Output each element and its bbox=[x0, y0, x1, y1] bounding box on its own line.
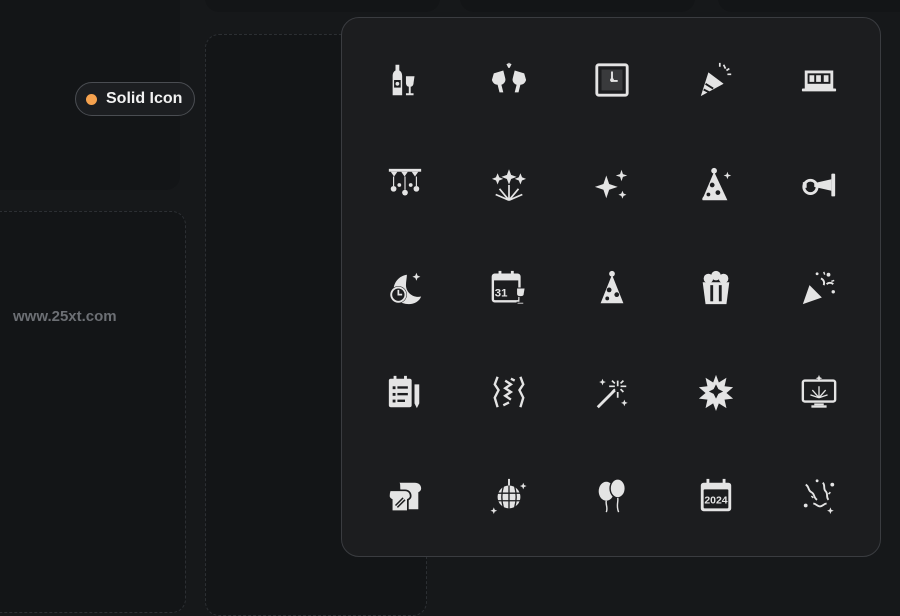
toast-bread-icon bbox=[385, 476, 425, 516]
svg-text:31: 31 bbox=[495, 288, 508, 300]
checklist-pen-icon bbox=[385, 372, 425, 412]
background-panel bbox=[205, 0, 440, 12]
calendar-31-wine-icon: 31 bbox=[489, 268, 529, 308]
balloons-icon bbox=[592, 476, 632, 516]
moon-clock-icon bbox=[385, 268, 425, 308]
calendar-2024-icon: 2024 bbox=[696, 476, 736, 516]
party-hat-stars-icon bbox=[696, 165, 736, 205]
champagne-bottle-glass-icon bbox=[385, 60, 425, 100]
monitor-fireworks-icon bbox=[799, 372, 839, 412]
status-dot bbox=[86, 93, 97, 105]
disco-ball-icon bbox=[489, 476, 529, 516]
popcorn-icon bbox=[696, 268, 736, 308]
icon-grid-card: 31 2024 bbox=[341, 17, 881, 557]
bunting-ornaments-icon bbox=[385, 165, 425, 205]
party-popper-icon bbox=[799, 268, 839, 308]
starburst-explosion-icon bbox=[696, 372, 736, 412]
background-panel bbox=[460, 0, 695, 12]
party-horn-icon bbox=[799, 165, 839, 205]
badge-label: Solid Icon bbox=[106, 90, 183, 107]
party-hat-icon bbox=[592, 268, 632, 308]
watermark: www.25xt.com bbox=[13, 308, 117, 325]
background-panel bbox=[0, 211, 186, 613]
sparkler-icon bbox=[592, 372, 632, 412]
cheers-glasses-icon bbox=[489, 60, 529, 100]
svg-text:2024: 2024 bbox=[704, 496, 727, 507]
background-panel bbox=[718, 0, 900, 12]
style-badge: Solid Icon bbox=[75, 82, 196, 116]
countdown-display-icon bbox=[799, 60, 839, 100]
confetti-burst-icon bbox=[489, 372, 529, 412]
wall-clock-icon bbox=[592, 60, 632, 100]
fireworks-icon bbox=[489, 165, 529, 205]
party-popper-cone-icon bbox=[696, 60, 736, 100]
confetti-streamers-icon bbox=[799, 476, 839, 516]
sparkles-icon bbox=[592, 165, 632, 205]
